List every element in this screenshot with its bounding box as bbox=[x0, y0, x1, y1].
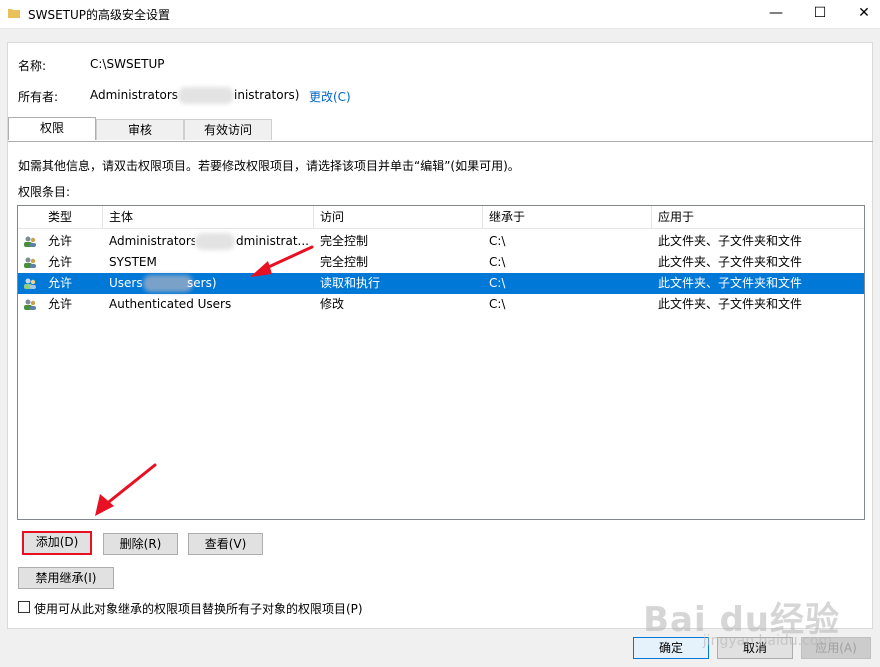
cell-principal-suffix: dministrat... bbox=[236, 234, 309, 248]
close-icon: ✕ bbox=[858, 5, 870, 21]
folder-icon bbox=[8, 9, 20, 18]
cell-principal-suffix: sers) bbox=[187, 276, 217, 290]
cell-access: 修改 bbox=[320, 297, 345, 311]
table-row[interactable]: 允许 SYSTEM 完全控制 C:\ 此文件夹、子文件夹和文件 bbox=[18, 252, 864, 273]
change-owner-link[interactable]: 更改(C) bbox=[309, 88, 351, 105]
cell-inherited-from: C:\ bbox=[489, 234, 506, 248]
column-header-access[interactable]: 访问 bbox=[314, 206, 483, 228]
window-title: SWSETUP的高级安全设置 bbox=[28, 8, 171, 22]
add-button[interactable]: 添加(D) bbox=[22, 531, 92, 555]
tab-auditing[interactable]: 审核 bbox=[96, 119, 184, 140]
owner-label: 所有者: bbox=[18, 90, 59, 104]
column-header-applies-to[interactable]: 应用于 bbox=[652, 206, 864, 228]
owner-value-suffix: inistrators) bbox=[234, 88, 300, 102]
remove-button[interactable]: 删除(R) bbox=[103, 533, 178, 555]
cell-applies-to: 此文件夹、子文件夹和文件 bbox=[658, 234, 803, 248]
redacted-blur bbox=[178, 87, 234, 104]
table-row[interactable]: 允许 Administrators dministrat... 完全控制 C:\… bbox=[18, 231, 864, 252]
cell-type: 允许 bbox=[48, 234, 73, 248]
cell-principal: Administrators bbox=[109, 234, 195, 248]
minimize-icon: — bbox=[769, 5, 783, 21]
cell-inherited-from: C:\ bbox=[489, 255, 506, 269]
cell-principal: SYSTEM bbox=[109, 255, 157, 269]
column-header-principal[interactable]: 主体 bbox=[103, 206, 314, 228]
redacted-blur bbox=[195, 233, 235, 250]
permission-entries-label: 权限条目: bbox=[18, 185, 71, 199]
column-header-inherited-from[interactable]: 继承于 bbox=[483, 206, 652, 228]
cell-type: 允许 bbox=[48, 255, 73, 269]
table-row-selected[interactable]: 允许 Users sers) 读取和执行 C:\ 此文件夹、子文件夹和文件 bbox=[18, 273, 864, 294]
watermark-url: jingyan.baidu.com bbox=[702, 633, 832, 649]
column-header-type[interactable]: 类型 bbox=[42, 206, 103, 228]
cell-applies-to: 此文件夹、子文件夹和文件 bbox=[658, 297, 803, 311]
replace-child-permissions-checkbox[interactable] bbox=[18, 601, 30, 613]
disable-inheritance-button[interactable]: 禁用继承(I) bbox=[18, 567, 114, 589]
name-label: 名称: bbox=[18, 59, 47, 73]
permission-entries-list[interactable]: 类型 主体 访问 继承于 应用于 允许 Administrators dmini… bbox=[17, 205, 865, 520]
cell-principal: Users bbox=[109, 276, 143, 290]
cell-access: 完全控制 bbox=[320, 234, 369, 248]
tab-effective-access[interactable]: 有效访问 bbox=[184, 119, 272, 140]
cell-type: 允许 bbox=[48, 297, 73, 311]
maximize-button[interactable]: ☐ bbox=[798, 0, 842, 28]
cell-inherited-from: C:\ bbox=[489, 276, 506, 290]
close-button[interactable]: ✕ bbox=[842, 0, 880, 28]
view-button[interactable]: 查看(V) bbox=[188, 533, 263, 555]
cell-principal: Authenticated Users bbox=[109, 297, 232, 311]
cell-applies-to: 此文件夹、子文件夹和文件 bbox=[658, 255, 803, 269]
cell-type: 允许 bbox=[48, 276, 73, 290]
maximize-icon: ☐ bbox=[813, 5, 827, 21]
user-group-icon bbox=[24, 236, 36, 247]
minimize-button[interactable]: — bbox=[754, 0, 798, 28]
cell-access: 读取和执行 bbox=[320, 276, 381, 290]
user-group-icon bbox=[24, 257, 36, 268]
title-bar: SWSETUP的高级安全设置 — ☐ ✕ bbox=[0, 0, 880, 29]
tab-panel-border bbox=[8, 141, 873, 142]
instructions-text: 如需其他信息，请双击权限项目。若要修改权限项目，请选择该项目并单击“编辑”(如果… bbox=[18, 159, 520, 173]
user-group-icon bbox=[24, 299, 36, 310]
tab-permissions[interactable]: 权限 bbox=[8, 117, 96, 140]
user-group-icon bbox=[24, 278, 36, 289]
cell-inherited-from: C:\ bbox=[489, 297, 506, 311]
cell-access: 完全控制 bbox=[320, 255, 369, 269]
list-header: 类型 主体 访问 继承于 应用于 bbox=[18, 206, 864, 229]
replace-child-permissions-label: 使用可从此对象继承的权限项目替换所有子对象的权限项目(P) bbox=[34, 602, 363, 616]
cell-applies-to: 此文件夹、子文件夹和文件 bbox=[658, 276, 803, 290]
name-value: C:\SWSETUP bbox=[90, 57, 165, 71]
owner-value: Administrators bbox=[90, 88, 179, 102]
table-row[interactable]: 允许 Authenticated Users 修改 C:\ 此文件夹、子文件夹和… bbox=[18, 294, 864, 315]
